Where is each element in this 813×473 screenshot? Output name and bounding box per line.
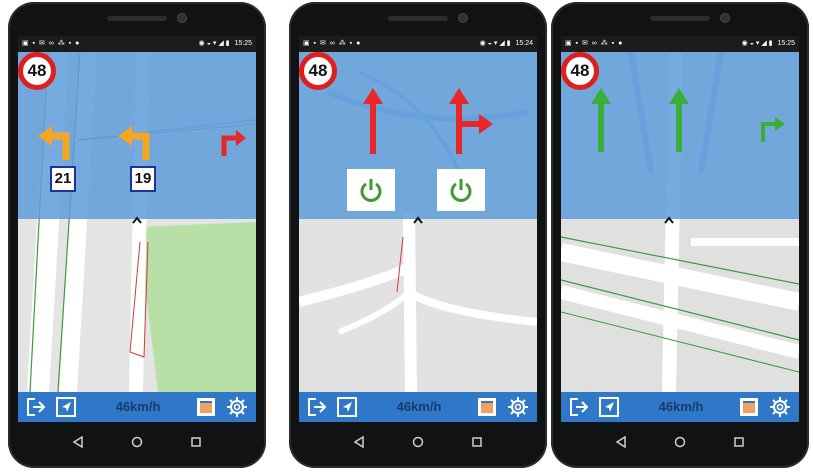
android-navigation-bar — [299, 422, 537, 462]
back-icon[interactable] — [347, 430, 371, 454]
earpiece-speaker — [388, 16, 448, 21]
map-layer-icon[interactable] — [194, 392, 218, 422]
map-layer-icon[interactable] — [737, 392, 761, 422]
lane-number-badge: 19 — [130, 166, 156, 192]
earpiece-speaker — [650, 16, 710, 21]
back-icon[interactable] — [66, 430, 90, 454]
speed-limit-sign: 48 — [299, 52, 337, 90]
navigate-icon[interactable] — [597, 392, 621, 422]
power-icon — [450, 179, 472, 202]
back-icon[interactable] — [609, 430, 633, 454]
status-icons-left: ▣ ▪ ✉ ∞ ⁂ ▪ ● — [22, 40, 81, 47]
speed-limit-sign: 48 — [561, 52, 599, 90]
screen: ▣ ▪ ✉ ∞ ⁂ ▪ ● ◉ ◒ ▾ ◢ ▮ 15:24 48 46km/h — [299, 36, 537, 422]
recents-icon[interactable] — [465, 430, 489, 454]
power-button-tile[interactable] — [437, 169, 485, 211]
home-icon[interactable] — [125, 430, 149, 454]
navigate-icon[interactable] — [54, 392, 78, 422]
power-icon — [360, 179, 382, 202]
current-speed: 46km/h — [658, 399, 704, 414]
settings-gear-icon[interactable] — [767, 392, 793, 422]
android-navigation-bar — [18, 422, 256, 462]
position-chevron-icon — [413, 216, 423, 224]
position-chevron-icon — [664, 216, 674, 224]
screen: ▣ ▪ ✉ ∞ ⁂ ▪ ● ◉ ◒ ▾ ◢ ▮ 15:25 48 — [18, 36, 256, 422]
position-chevron-icon — [132, 216, 142, 224]
lane-number-badge: 21 — [50, 166, 76, 192]
screen: ▣ ▪ ✉ ∞ ⁂ ▪ ● ◉ ◒ ▾ ◢ ▮ 15:25 48 — [561, 36, 799, 422]
turn-right-arrow — [221, 130, 246, 156]
exit-icon[interactable] — [305, 392, 329, 422]
bottom-toolbar: 46km/h — [299, 392, 537, 422]
lane-number: 19 — [134, 170, 152, 187]
front-camera — [458, 13, 468, 23]
straight-arrow — [363, 88, 383, 154]
bottom-toolbar: 46km/h — [561, 392, 799, 422]
status-icons-left: ▣ ▪ ✉ ∞ ⁂ ▪ ● — [565, 40, 624, 47]
current-speed: 46km/h — [396, 399, 442, 414]
status-bar: ▣ ▪ ✉ ∞ ⁂ ▪ ● ◉ ◒ ▾ ◢ ▮ 15:24 — [299, 36, 537, 52]
home-icon[interactable] — [406, 430, 430, 454]
power-button-tile[interactable] — [347, 169, 395, 211]
settings-gear-icon[interactable] — [224, 392, 250, 422]
map-layer-icon[interactable] — [475, 392, 499, 422]
status-right: ◉ ◒ ▾ ◢ ▮ 15:24 — [480, 36, 533, 52]
status-icons-left: ▣ ▪ ✉ ∞ ⁂ ▪ ● — [303, 40, 362, 47]
recents-icon[interactable] — [184, 430, 208, 454]
status-icons-right: ◉ ◒ ▾ ◢ ▮ — [479, 40, 511, 47]
status-time: 15:24 — [515, 40, 533, 47]
status-right: ◉ ◒ ▾ ◢ ▮ 15:25 — [199, 36, 252, 52]
exit-icon[interactable] — [24, 392, 48, 422]
lane-arrow-left — [118, 126, 150, 160]
earpiece-speaker — [107, 16, 167, 21]
exit-icon[interactable] — [567, 392, 591, 422]
status-bar: ▣ ▪ ✉ ∞ ⁂ ▪ ● ◉ ◒ ▾ ◢ ▮ 15:25 — [18, 36, 256, 52]
status-right: ◉ ◒ ▾ ◢ ▮ 15:25 — [742, 36, 795, 52]
front-camera — [720, 13, 730, 23]
straight-right-arrow — [449, 88, 493, 154]
status-icons-right: ◉ ◒ ▾ ◢ ▮ — [741, 40, 773, 47]
speed-limit-sign: 48 — [18, 52, 56, 90]
straight-arrow — [669, 88, 689, 152]
current-speed: 46km/h — [115, 399, 161, 414]
lane-number: 21 — [54, 170, 72, 187]
android-navigation-bar — [561, 422, 799, 462]
phone-2: ▣ ▪ ✉ ∞ ⁂ ▪ ● ◉ ◒ ▾ ◢ ▮ 15:24 48 46km/h — [289, 2, 547, 468]
recents-icon[interactable] — [727, 430, 751, 454]
bottom-toolbar: 46km/h — [18, 392, 256, 422]
settings-gear-icon[interactable] — [505, 392, 531, 422]
status-time: 15:25 — [777, 40, 795, 47]
straight-arrow — [591, 88, 611, 152]
phone-1: ▣ ▪ ✉ ∞ ⁂ ▪ ● ◉ ◒ ▾ ◢ ▮ 15:25 48 21 19 4… — [8, 2, 266, 468]
status-icons-right: ◉ ◒ ▾ ◢ ▮ — [198, 40, 230, 47]
front-camera — [177, 13, 187, 23]
navigate-icon[interactable] — [335, 392, 359, 422]
lane-arrow-left — [38, 126, 70, 160]
status-time: 15:25 — [234, 40, 252, 47]
home-icon[interactable] — [668, 430, 692, 454]
turn-right-arrow — [761, 117, 785, 142]
phone-3: ▣ ▪ ✉ ∞ ⁂ ▪ ● ◉ ◒ ▾ ◢ ▮ 15:25 48 46km/h — [551, 2, 809, 468]
status-bar: ▣ ▪ ✉ ∞ ⁂ ▪ ● ◉ ◒ ▾ ◢ ▮ 15:25 — [561, 36, 799, 52]
